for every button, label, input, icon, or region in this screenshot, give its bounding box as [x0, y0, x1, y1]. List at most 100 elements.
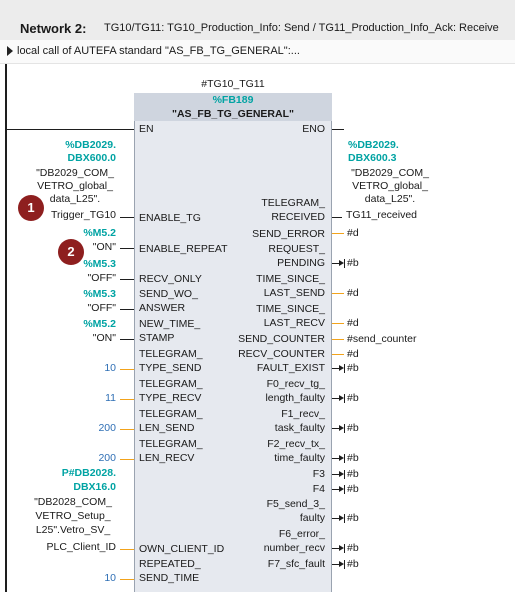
out-db-symbol-4[interactable]: TG11_received	[346, 209, 417, 222]
value-send-error[interactable]: #d	[347, 227, 359, 240]
enable-repeat-wire	[120, 248, 134, 249]
value-f0[interactable]: #b	[347, 392, 359, 405]
pin-telegram-type-recv-2[interactable]: TYPE_RECV	[139, 392, 201, 405]
value-len-recv[interactable]: 200	[10, 452, 116, 465]
pin-enable-tg[interactable]: ENABLE_TG	[139, 212, 201, 225]
value-f5[interactable]: #b	[347, 512, 359, 525]
pin-time-since-last-send-2[interactable]: LAST_SEND	[200, 287, 325, 300]
own-db-symbol-4[interactable]: PLC_Client_ID	[10, 541, 116, 554]
in-db-address[interactable]: %DB2029.	[10, 139, 116, 152]
value-type-send[interactable]: 10	[10, 362, 116, 375]
value-f2[interactable]: #b	[347, 452, 359, 465]
pin-f4[interactable]: F4	[200, 483, 325, 496]
pin-en[interactable]: EN	[139, 123, 154, 136]
pin-telegram-received-2[interactable]: RECEIVED	[200, 211, 325, 224]
value-len-send[interactable]: 200	[10, 422, 116, 435]
type-send-wire	[120, 369, 134, 370]
pin-f6-error-number-recv-2[interactable]: number_recv	[200, 542, 325, 555]
in-db-address-2[interactable]: DBX600.0	[10, 152, 116, 165]
pin-repeated-send-time-2[interactable]: SEND_TIME	[139, 572, 199, 585]
recv-only-wire	[120, 279, 134, 280]
value-f6[interactable]: #b	[347, 542, 359, 555]
pin-send-counter[interactable]: SEND_COUNTER	[200, 333, 325, 346]
pin-f1-recv-task-faulty[interactable]: F1_recv_	[200, 408, 325, 421]
operand-m5-3-b[interactable]: %M5.3	[10, 288, 116, 301]
pin-request-pending-2[interactable]: PENDING	[200, 257, 325, 270]
pin-f0-recv-tg-length-faulty[interactable]: F0_recv_tg_	[200, 378, 325, 391]
telegram-received-wire	[332, 217, 342, 218]
pin-f6-error-number-recv[interactable]: F6_error_	[200, 528, 325, 541]
function-block-name: "AS_FB_TG_GENERAL"	[172, 108, 294, 120]
pin-repeated-send-time[interactable]: REPEATED_	[139, 558, 201, 571]
out-db-symbol-3[interactable]: data_L25".	[336, 193, 444, 206]
out-db-address[interactable]: %DB2029.	[348, 139, 399, 152]
f7-terminal	[344, 560, 345, 569]
own-db-symbol-3[interactable]: L25".Vetro_SV_	[20, 524, 126, 537]
pin-f0-recv-tg-length-faulty-2[interactable]: length_faulty	[200, 392, 325, 405]
pin-f5-send-3-faulty-2[interactable]: faulty	[200, 512, 325, 525]
operand-m5-2-a[interactable]: %M5.2	[10, 227, 116, 240]
value-time-since-last-send[interactable]: #d	[347, 287, 359, 300]
pin-send-wo-answer-2[interactable]: ANSWER	[139, 302, 185, 315]
pin-request-pending[interactable]: REQUEST_	[200, 243, 325, 256]
own-db-symbol-1[interactable]: "DB2028_COM_	[20, 496, 126, 509]
pin-send-wo-answer[interactable]: SEND_WO_	[139, 288, 198, 301]
network-title: Network 2:	[20, 21, 87, 36]
network-header[interactable]: Network 2: TG10/TG11: TG10_Production_In…	[0, 0, 515, 41]
network-description: TG10/TG11: TG10_Production_Info: Send / …	[104, 22, 499, 34]
pin-time-since-last-recv-2[interactable]: LAST_RECV	[200, 317, 325, 330]
pin-time-since-last-recv[interactable]: TIME_SINCE_	[200, 303, 325, 316]
in-db-symbol-2[interactable]: VETRO_global_	[22, 180, 128, 193]
value-type-recv[interactable]: 11	[10, 392, 116, 405]
own-db-address-2[interactable]: DBX16.0	[10, 481, 116, 494]
pin-telegram-len-recv-2[interactable]: LEN_RECV	[139, 452, 194, 465]
pin-new-time-stamp[interactable]: NEW_TIME_	[139, 318, 200, 331]
pin-f5-send-3-faulty[interactable]: F5_send_3_	[200, 498, 325, 511]
pin-f1-recv-task-faulty-2[interactable]: task_faulty	[200, 422, 325, 435]
value-request-pending[interactable]: #b	[347, 257, 359, 270]
value-f7[interactable]: #b	[347, 558, 359, 571]
badge-2: 2	[58, 239, 84, 265]
value-send-counter[interactable]: #send_counter	[347, 333, 416, 346]
pin-recv-counter[interactable]: RECV_COUNTER	[200, 348, 325, 361]
operand-m5-2-b[interactable]: %M5.2	[10, 318, 116, 331]
value-fault-exist[interactable]: #b	[347, 362, 359, 375]
pin-telegram-received[interactable]: TELEGRAM_	[200, 197, 325, 210]
pin-time-since-last-send[interactable]: TIME_SINCE_	[200, 273, 325, 286]
pin-telegram-len-recv[interactable]: TELEGRAM_	[139, 438, 203, 451]
own-db-address[interactable]: P#DB2028.	[10, 467, 116, 480]
value-f3[interactable]: #b	[347, 468, 359, 481]
pin-f2-recv-tx-time-faulty[interactable]: F2_recv_tx_	[200, 438, 325, 451]
value-repeated-send-time[interactable]: 10	[10, 572, 116, 585]
pin-telegram-type-send-2[interactable]: TYPE_SEND	[139, 362, 201, 375]
pin-fault-exist[interactable]: FAULT_EXIST	[200, 362, 325, 375]
value-f1[interactable]: #b	[347, 422, 359, 435]
operand-off-a[interactable]: "OFF"	[10, 272, 116, 285]
new-time-stamp-wire	[120, 339, 134, 340]
pin-telegram-len-send[interactable]: TELEGRAM_	[139, 408, 203, 421]
value-time-since-last-recv[interactable]: #d	[347, 317, 359, 330]
enable-tg-wire	[120, 217, 134, 218]
out-db-address-2[interactable]: DBX600.3	[348, 152, 396, 165]
pin-send-error[interactable]: SEND_ERROR	[200, 228, 325, 241]
pin-eno[interactable]: ENO	[230, 123, 325, 136]
pin-telegram-type-recv[interactable]: TELEGRAM_	[139, 378, 203, 391]
pin-f2-recv-tx-time-faulty-2[interactable]: time_faulty	[200, 452, 325, 465]
pin-f7-sfc-fault[interactable]: F7_sfc_fault	[200, 558, 325, 571]
out-db-symbol-1[interactable]: "DB2029_COM_	[336, 167, 444, 180]
pin-telegram-len-send-2[interactable]: LEN_SEND	[139, 422, 194, 435]
operand-off-b[interactable]: "OFF"	[10, 302, 116, 315]
pin-new-time-stamp-2[interactable]: STAMP	[139, 332, 174, 345]
pin-telegram-type-send[interactable]: TELEGRAM_	[139, 348, 203, 361]
pin-recv-only[interactable]: RECV_ONLY	[139, 273, 202, 286]
in-db-symbol-1[interactable]: "DB2029_COM_	[22, 167, 128, 180]
network-comment-row[interactable]: local call of AUTEFA standard "AS_FB_TG_…	[0, 40, 515, 64]
value-recv-counter[interactable]: #d	[347, 348, 359, 361]
out-db-symbol-2[interactable]: VETRO_global_	[336, 180, 444, 193]
value-f4[interactable]: #b	[347, 483, 359, 496]
operand-on-b[interactable]: "ON"	[10, 332, 116, 345]
expand-arrow-icon[interactable]	[7, 46, 13, 56]
pin-f3[interactable]: F3	[200, 468, 325, 481]
own-db-symbol-2[interactable]: VETRO_Setup_	[20, 510, 126, 523]
instance-name[interactable]: #TG10_TG11	[134, 78, 332, 90]
